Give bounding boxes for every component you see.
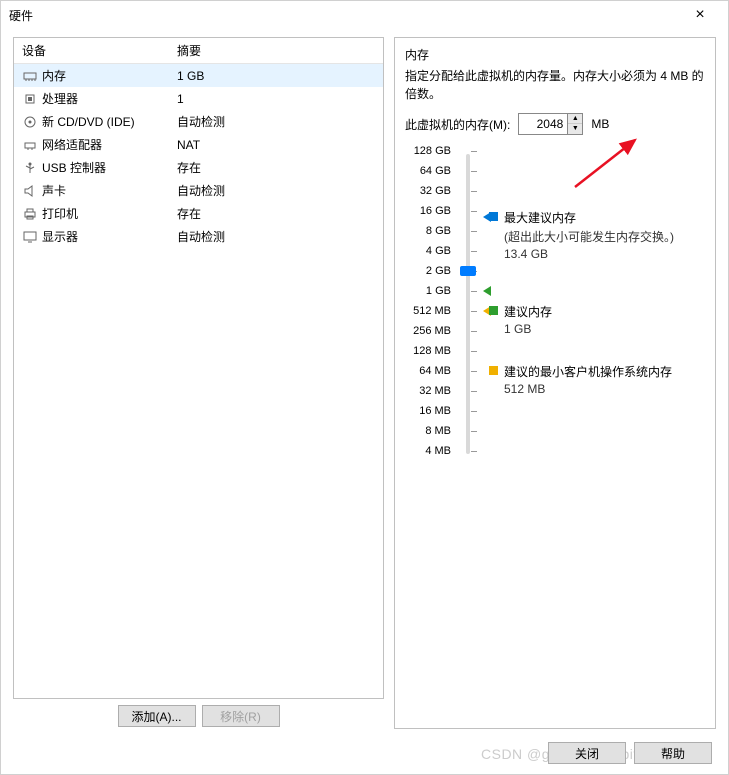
tick-label: 4 GB xyxy=(426,245,451,257)
slider-thumb[interactable] xyxy=(460,266,476,276)
device-summary: 自动检测 xyxy=(177,113,225,130)
cpu-icon xyxy=(22,92,38,106)
remove-button[interactable]: 移除(R) xyxy=(202,705,280,727)
add-button[interactable]: 添加(A)... xyxy=(118,705,196,727)
device-rows: 内存1 GB处理器1新 CD/DVD (IDE)自动检测网络适配器NATUSB … xyxy=(14,64,383,248)
memory-input-label: 此虚拟机的内存(M): xyxy=(405,116,510,133)
tick-label: 32 GB xyxy=(420,185,451,197)
memory-slider[interactable] xyxy=(455,149,483,469)
device-name: 声卡 xyxy=(42,182,177,199)
device-name: 新 CD/DVD (IDE) xyxy=(42,113,177,130)
memory-icon xyxy=(22,69,38,83)
memory-input[interactable] xyxy=(519,114,567,134)
cd-icon xyxy=(22,115,38,129)
col-summary: 摘要 xyxy=(177,42,201,59)
sound-icon xyxy=(22,184,38,198)
tick-label: 1 GB xyxy=(426,285,451,297)
tick-label: 8 MB xyxy=(425,425,451,437)
device-row-usb[interactable]: USB 控制器存在 xyxy=(14,156,383,179)
printer-icon xyxy=(22,207,38,221)
device-summary: 存在 xyxy=(177,159,201,176)
content-area: 设备 摘要 内存1 GB处理器1新 CD/DVD (IDE)自动检测网络适配器N… xyxy=(1,29,728,729)
tick-label: 128 MB xyxy=(413,345,451,357)
memory-title: 内存 xyxy=(405,46,705,63)
close-icon[interactable]: × xyxy=(680,6,720,24)
device-summary: 存在 xyxy=(177,205,201,222)
usb-icon xyxy=(22,161,38,175)
device-name: 网络适配器 xyxy=(42,136,177,153)
help-button[interactable]: 帮助 xyxy=(634,742,712,764)
tick-label: 256 MB xyxy=(413,325,451,337)
device-summary: 自动检测 xyxy=(177,182,225,199)
tick-label: 32 MB xyxy=(419,385,451,397)
slider-info: 最大建议内存 (超出此大小可能发生内存交换。) 13.4 GB 建议内存 1 G… xyxy=(483,149,705,469)
tick-label: 64 GB xyxy=(420,165,451,177)
dialog-title: 硬件 xyxy=(9,7,680,24)
device-name: 打印机 xyxy=(42,205,177,222)
tick-label: 16 MB xyxy=(419,405,451,417)
memory-panel: 内存 指定分配给此虚拟机的内存量。内存大小必须为 4 MB 的倍数。 此虚拟机的… xyxy=(394,37,716,729)
device-summary: 自动检测 xyxy=(177,228,225,245)
device-name: USB 控制器 xyxy=(42,159,177,176)
close-button[interactable]: 关闭 xyxy=(548,742,626,764)
col-device: 设备 xyxy=(22,42,177,59)
spin-up-icon[interactable]: ▲ xyxy=(568,114,582,124)
titlebar: 硬件 × xyxy=(1,1,728,29)
device-row-cpu[interactable]: 处理器1 xyxy=(14,87,383,110)
memory-desc: 指定分配给此虚拟机的内存量。内存大小必须为 4 MB 的倍数。 xyxy=(405,67,705,103)
tick-label: 16 GB xyxy=(420,205,451,217)
info-max: 最大建议内存 (超出此大小可能发生内存交换。) 13.4 GB xyxy=(489,209,674,261)
device-list-panel: 设备 摘要 内存1 GB处理器1新 CD/DVD (IDE)自动检测网络适配器N… xyxy=(13,37,384,699)
device-row-sound[interactable]: 声卡自动检测 xyxy=(14,179,383,202)
tick-label: 512 MB xyxy=(413,305,451,317)
info-min: 建议的最小客户机操作系统内存 512 MB xyxy=(489,363,672,396)
device-name: 处理器 xyxy=(42,90,177,107)
dialog-footer: 关闭 帮助 xyxy=(548,742,712,764)
device-table-header: 设备 摘要 xyxy=(14,38,383,64)
tick-label: 4 MB xyxy=(425,445,451,457)
device-name: 内存 xyxy=(42,67,177,84)
display-icon xyxy=(22,230,38,244)
spin-down-icon[interactable]: ▼ xyxy=(568,124,582,134)
memory-spinner[interactable]: ▲ ▼ xyxy=(518,113,583,135)
device-name: 显示器 xyxy=(42,228,177,245)
tick-label: 64 MB xyxy=(419,365,451,377)
tick-label: 128 GB xyxy=(414,145,451,157)
hardware-dialog: 硬件 × 设备 摘要 内存1 GB处理器1新 CD/DVD (IDE)自动检测网… xyxy=(0,0,729,775)
tick-label: 8 GB xyxy=(426,225,451,237)
device-row-display[interactable]: 显示器自动检测 xyxy=(14,225,383,248)
device-row-printer[interactable]: 打印机存在 xyxy=(14,202,383,225)
device-summary: 1 GB xyxy=(177,69,204,83)
net-icon xyxy=(22,138,38,152)
device-row-net[interactable]: 网络适配器NAT xyxy=(14,133,383,156)
slider-labels: 128 GB64 GB32 GB16 GB8 GB4 GB2 GB1 GB512… xyxy=(405,149,455,469)
device-summary: 1 xyxy=(177,92,184,106)
device-row-cd[interactable]: 新 CD/DVD (IDE)自动检测 xyxy=(14,110,383,133)
tick-label: 2 GB xyxy=(426,265,451,277)
info-rec: 建议内存 1 GB xyxy=(489,303,552,336)
device-summary: NAT xyxy=(177,138,200,152)
marker-rec-icon xyxy=(483,286,491,296)
memory-unit: MB xyxy=(591,117,609,131)
device-row-memory[interactable]: 内存1 GB xyxy=(14,64,383,87)
